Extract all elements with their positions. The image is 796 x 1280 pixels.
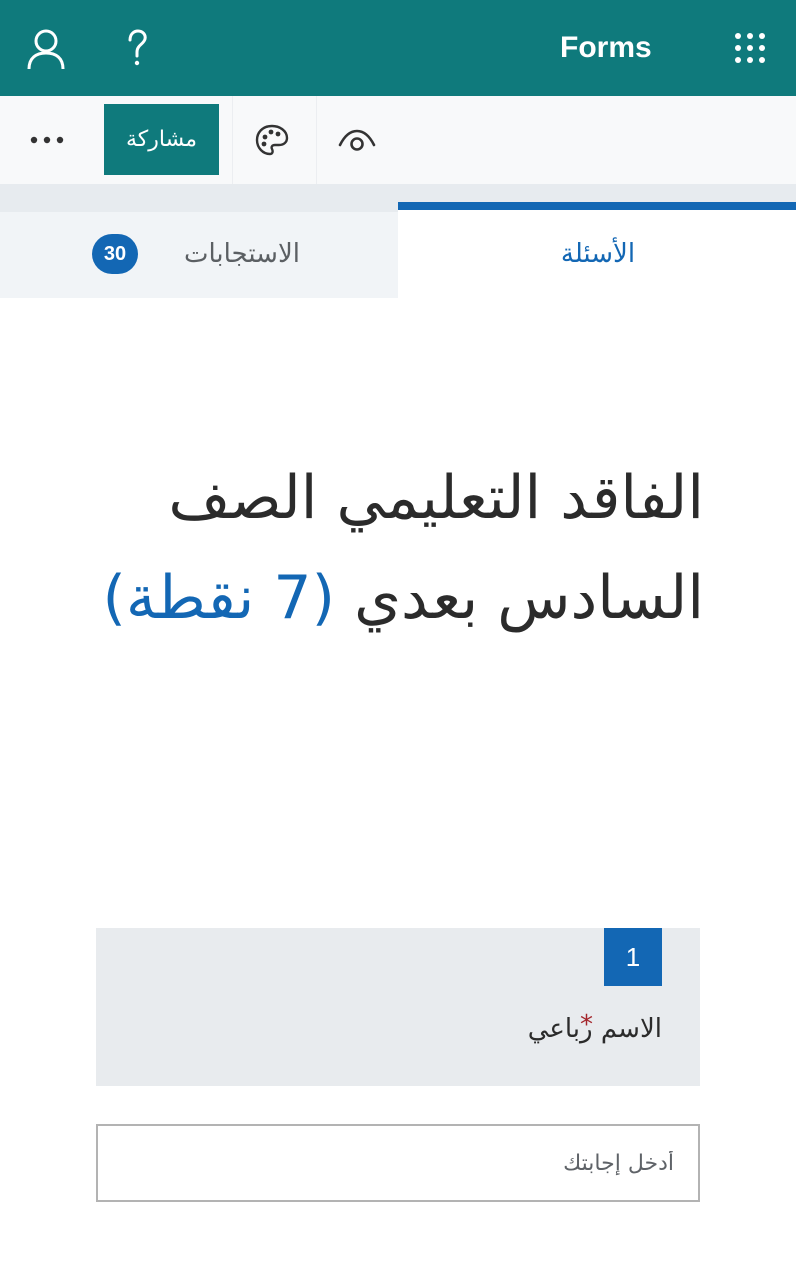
responses-count-badge: 30 [92,234,138,274]
question-text: الاسم رباعي [527,1014,662,1044]
toolbar-divider [232,96,233,184]
question-number: 1 [604,928,662,986]
tab-questions-label: الأسئلة [560,239,636,269]
user-icon[interactable] [26,28,66,70]
tab-bar: 30 الاستجابات الأسئلة [0,184,796,298]
share-button[interactable]: مشاركة [104,104,219,175]
app-title: Forms [560,31,652,64]
eye-icon[interactable] [333,116,381,164]
required-mark: * [580,1010,593,1040]
form-title: الفاقد التعليمي الصف السادس بعدي (7 نقطة… [100,448,704,648]
tab-questions[interactable]: الأسئلة [398,202,796,298]
form-points: (7 نقطة) [102,563,336,633]
toolbar: مشاركة [0,96,796,184]
help-icon[interactable] [118,26,156,70]
answer-input[interactable] [96,1124,700,1202]
tab-responses-label: الاستجابات [183,239,301,269]
more-options-icon[interactable] [22,122,72,158]
waffle-icon[interactable] [733,31,767,65]
palette-icon[interactable] [248,116,296,164]
app-header: Forms [0,0,796,96]
tab-responses[interactable]: 30 الاستجابات [0,212,398,298]
question-card: 1 الاسم رباعي * [96,928,700,1086]
toolbar-divider [316,96,317,184]
